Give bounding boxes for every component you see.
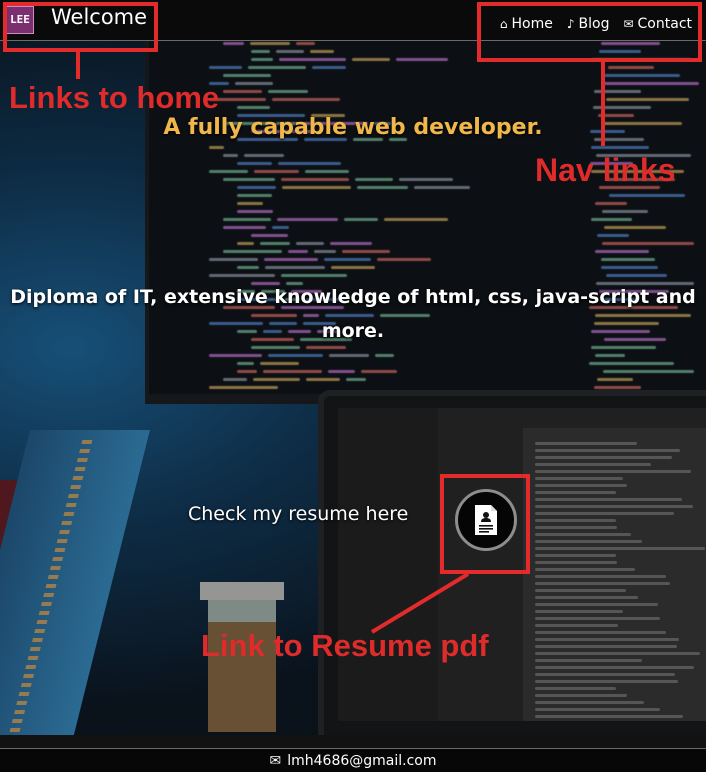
annotation-resume-label: Link to Resume pdf bbox=[201, 628, 489, 663]
